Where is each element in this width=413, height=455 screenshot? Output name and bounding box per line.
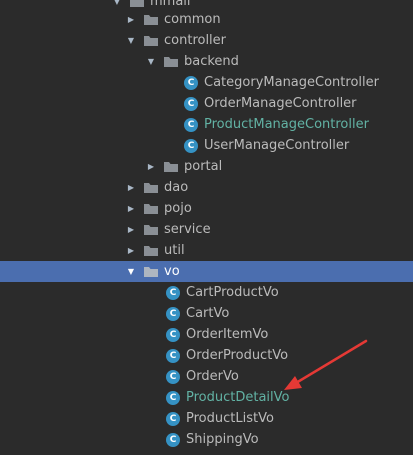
tree-row-cart-vo[interactable]: C CartVo <box>0 303 413 324</box>
tree-row-portal[interactable]: ▶ portal <box>0 156 413 177</box>
class-icon: C <box>184 138 198 153</box>
tree-row-util[interactable]: ▶ util <box>0 240 413 261</box>
folder-icon <box>144 245 158 256</box>
chevron-down-icon[interactable]: ▼ <box>146 57 156 67</box>
tree-row-order-item-vo[interactable]: C OrderItemVo <box>0 324 413 345</box>
folder-icon <box>164 161 178 172</box>
tree-row-service[interactable]: ▶ service <box>0 219 413 240</box>
tree-row-order-vo[interactable]: C OrderVo <box>0 366 413 387</box>
tree-row-category-manage-controller[interactable]: C CategoryManageController <box>0 72 413 93</box>
tree-row-order-product-vo[interactable]: C OrderProductVo <box>0 345 413 366</box>
folder-icon <box>144 182 158 193</box>
folder-icon <box>164 56 178 67</box>
tree-item-label: vo <box>164 264 180 279</box>
tree-row-dao[interactable]: ▶ dao <box>0 177 413 198</box>
tree-item-label: ProductListVo <box>186 411 274 426</box>
class-icon: C <box>166 390 180 405</box>
chevron-right-icon[interactable]: ▶ <box>126 15 136 25</box>
tree-row-common[interactable]: ▶ common <box>0 9 413 30</box>
class-icon: C <box>184 117 198 132</box>
chevron-right-icon[interactable]: ▶ <box>126 225 136 235</box>
tree-item-label: ProductManageController <box>204 117 369 132</box>
tree-row-backend[interactable]: ▼ backend <box>0 51 413 72</box>
tree-item-label: OrderVo <box>186 369 239 384</box>
tree-row-cart-product-vo[interactable]: C CartProductVo <box>0 282 413 303</box>
tree-item-label: OrderProductVo <box>186 348 289 363</box>
tree-row-user-manage-controller[interactable]: C UserManageController <box>0 135 413 156</box>
class-icon: C <box>166 306 180 321</box>
class-icon: C <box>166 411 180 426</box>
tree-row-product-list-vo[interactable]: C ProductListVo <box>0 408 413 429</box>
folder-icon <box>144 203 158 214</box>
chevron-down-icon[interactable]: ▼ <box>126 267 136 277</box>
tree-item-label: backend <box>184 54 239 69</box>
tree-item-label: portal <box>184 159 223 174</box>
tree-item-label: OrderManageController <box>204 96 357 111</box>
tree-item-label: controller <box>164 33 227 48</box>
folder-icon <box>144 35 158 46</box>
tree-row-pojo[interactable]: ▶ pojo <box>0 198 413 219</box>
class-icon: C <box>166 348 180 363</box>
tree-item-label: common <box>164 12 221 27</box>
class-icon: C <box>184 96 198 111</box>
tree-item-label: dao <box>164 180 189 195</box>
tree-item-label: pojo <box>164 201 192 216</box>
tree-item-label: UserManageController <box>204 138 350 153</box>
tree-row-product-manage-controller[interactable]: C ProductManageController <box>0 114 413 135</box>
tree-row-controller[interactable]: ▼ controller <box>0 30 413 51</box>
tree-row-order-manage-controller[interactable]: C OrderManageController <box>0 93 413 114</box>
tree-item-label: OrderItemVo <box>186 327 269 342</box>
tree-item-label: CartVo <box>186 306 230 321</box>
tree-item-label: mmall <box>150 0 191 9</box>
folder-icon <box>144 266 158 277</box>
chevron-down-icon[interactable]: ▼ <box>126 36 136 46</box>
chevron-right-icon[interactable]: ▶ <box>126 183 136 193</box>
tree-item-label: service <box>164 222 211 237</box>
tree-item-label: CategoryManageController <box>204 75 379 90</box>
chevron-right-icon[interactable]: ▶ <box>126 204 136 214</box>
chevron-down-icon[interactable]: ▼ <box>112 0 122 7</box>
tree-row-product-detail-vo[interactable]: C ProductDetailVo <box>0 387 413 408</box>
class-icon: C <box>184 75 198 90</box>
tree-row-vo[interactable]: ▼ vo <box>0 261 413 282</box>
folder-icon <box>144 14 158 25</box>
project-tree: ▼ mmall ▶ common ▼ controller ▼ backend … <box>0 0 413 455</box>
tree-row-shipping-vo[interactable]: C ShippingVo <box>0 429 413 450</box>
tree-item-label: CartProductVo <box>186 285 279 300</box>
folder-icon <box>130 0 144 7</box>
class-icon: C <box>166 327 180 342</box>
tree-item-label: util <box>164 243 185 258</box>
folder-icon <box>144 224 158 235</box>
tree-item-label: ShippingVo <box>186 432 259 447</box>
chevron-right-icon[interactable]: ▶ <box>126 246 136 256</box>
tree-item-label: ProductDetailVo <box>186 390 290 405</box>
class-icon: C <box>166 369 180 384</box>
chevron-right-icon[interactable]: ▶ <box>146 162 156 172</box>
class-icon: C <box>166 285 180 300</box>
class-icon: C <box>166 432 180 447</box>
